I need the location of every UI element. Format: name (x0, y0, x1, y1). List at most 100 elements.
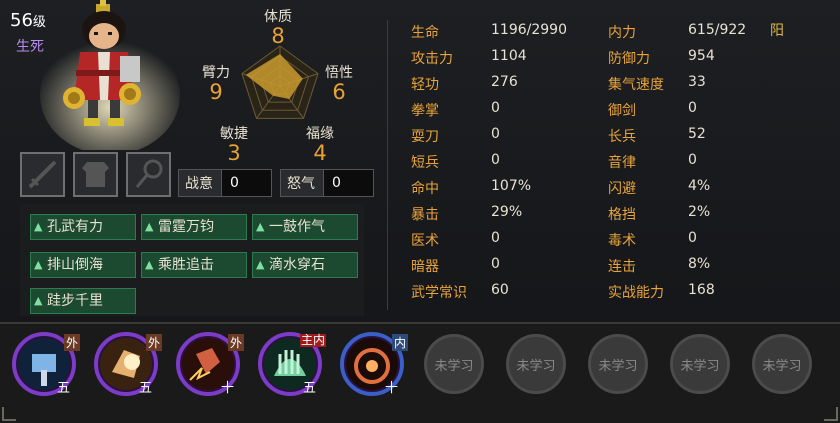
skill-level: 五 (138, 381, 152, 396)
sword-icon (28, 160, 57, 189)
attr-label: 轻功 (411, 77, 439, 93)
frame-corner (824, 407, 838, 421)
trait-label: 跬步千里 (47, 293, 103, 309)
panel-divider (387, 20, 388, 310)
stat-value-minjie: 3 (227, 141, 241, 165)
character-status-panel: 56级 生死 体质 8 悟性 6 福缘 4 敏捷 3 臂力 9 战意 0 怒气 … (0, 0, 840, 423)
equipment-slot-armor[interactable] (73, 152, 118, 197)
trait-item[interactable]: ▲ 排山倒海 (30, 252, 136, 278)
up-arrow-icon: ▲ (256, 258, 265, 271)
skill-bar: 外 五 外 五 外 十 主内 五 内 十 未学习 未学习 未学习 未学习 未学习 (0, 322, 840, 423)
attr-label: 内力 (608, 25, 636, 41)
attr-label: 耍刀 (411, 129, 439, 145)
attr-label: 短兵 (411, 155, 439, 171)
stat-value-bili: 9 (209, 80, 223, 104)
trait-label: 雷霆万钧 (158, 219, 214, 235)
attr-label: 命中 (411, 181, 439, 197)
attr-value: 276 (491, 74, 518, 90)
stat-label-wuxing: 悟性 (325, 65, 353, 81)
trait-item[interactable]: ▲ 孔武有力 (30, 214, 136, 240)
attr-label: 长兵 (608, 129, 636, 145)
skill-type-badge: 内 (391, 334, 408, 351)
skill-type-badge: 外 (145, 334, 162, 351)
up-arrow-icon: ▲ (145, 258, 154, 271)
attr-label: 拳掌 (411, 103, 439, 119)
attr-label: 格挡 (608, 207, 636, 223)
trait-item[interactable]: ▲ 乘胜追击 (141, 252, 247, 278)
attr-value: 0 (688, 100, 697, 116)
zhanyi-gauge: 战意 0 (178, 169, 272, 197)
locked-skill-slot[interactable]: 未学习 (424, 334, 484, 394)
character-portrait (40, 0, 180, 155)
stat-value-tizhi: 8 (271, 24, 285, 48)
stat-value-fuyuan: 4 (313, 141, 327, 165)
alignment-label: 阳 (770, 23, 784, 39)
trait-item[interactable]: ▲ 雷霆万钧 (141, 214, 247, 240)
attr-label: 武学常识 (411, 285, 467, 301)
locked-skill-slot[interactable]: 未学习 (506, 334, 566, 394)
trait-item[interactable]: ▲ 一鼓作气 (252, 214, 358, 240)
locked-skill-slot[interactable]: 未学习 (752, 334, 812, 394)
stat-label-minjie: 敏捷 (220, 126, 248, 142)
trait-item[interactable]: ▲ 跬步千里 (30, 288, 136, 314)
attr-label: 连击 (608, 259, 636, 275)
attr-value: 52 (688, 126, 706, 142)
trait-label: 乘胜追击 (158, 257, 214, 273)
attr-label: 御剑 (608, 103, 636, 119)
up-arrow-icon: ▲ (34, 294, 43, 307)
attr-label: 集气速度 (608, 77, 664, 93)
attr-value: 615/922 (688, 22, 747, 38)
attr-value: 1104 (491, 48, 527, 64)
attr-value: 29% (491, 204, 523, 220)
trait-label: 排山倒海 (47, 257, 103, 273)
armor-icon (82, 162, 109, 187)
attr-value: 8% (688, 256, 711, 272)
skill-level: 十 (220, 381, 234, 396)
character-sprite (40, 0, 180, 155)
skill-level: 十 (384, 381, 398, 396)
accessory-icon (135, 159, 163, 188)
trait-item[interactable]: ▲ 滴水穿石 (252, 252, 358, 278)
skill-slot[interactable]: 内 十 (340, 332, 408, 396)
attr-value: 954 (688, 48, 715, 64)
attr-value: 0 (491, 100, 500, 116)
up-arrow-icon: ▲ (145, 220, 154, 233)
skill-slot[interactable]: 外 五 (12, 332, 80, 396)
attr-value: 60 (491, 282, 509, 298)
attr-value: 107% (491, 178, 532, 194)
attr-value: 0 (491, 230, 500, 246)
attr-value: 1196/2990 (491, 22, 567, 38)
attr-label: 医术 (411, 233, 439, 249)
attr-value: 0 (491, 152, 500, 168)
trait-label: 孔武有力 (47, 219, 103, 235)
stat-label-fuyuan: 福缘 (306, 126, 334, 142)
equipment-slot-weapon[interactable] (20, 152, 65, 197)
frame-corner (2, 407, 16, 421)
skill-slot[interactable]: 外 十 (176, 332, 244, 396)
attr-label: 暴击 (411, 207, 439, 223)
trait-label: 一鼓作气 (269, 219, 325, 235)
skill-level: 五 (56, 381, 70, 396)
attr-value: 168 (688, 282, 715, 298)
nuqi-value: 0 (323, 170, 373, 196)
attr-label: 暗器 (411, 259, 439, 275)
stat-label-tizhi: 体质 (264, 9, 292, 25)
locked-skill-slot[interactable]: 未学习 (588, 334, 648, 394)
attr-value: 4% (688, 178, 711, 194)
trait-label: 滴水穿石 (269, 257, 325, 273)
attr-label: 防御力 (608, 51, 650, 67)
nuqi-gauge: 怒气 0 (280, 169, 374, 197)
attr-label: 音律 (608, 155, 636, 171)
skill-level: 五 (302, 381, 316, 396)
skill-slot[interactable]: 外 五 (94, 332, 162, 396)
locked-skill-slot[interactable]: 未学习 (670, 334, 730, 394)
skill-type-badge: 主内 (299, 333, 326, 347)
attr-label: 攻击力 (411, 51, 453, 67)
stat-label-bili: 臂力 (202, 65, 230, 81)
attr-value: 33 (688, 74, 706, 90)
attr-label: 实战能力 (608, 285, 664, 301)
skill-slot[interactable]: 主内 五 (258, 332, 326, 396)
attr-value: 2% (688, 204, 711, 220)
traits-panel: ▲ 孔武有力 ▲ 雷霆万钧 ▲ 一鼓作气 ▲ 排山倒海 ▲ 乘胜追击 ▲ 滴水穿石 ▲ 跬步千… (20, 204, 364, 316)
equipment-slot-accessory[interactable] (126, 152, 171, 197)
